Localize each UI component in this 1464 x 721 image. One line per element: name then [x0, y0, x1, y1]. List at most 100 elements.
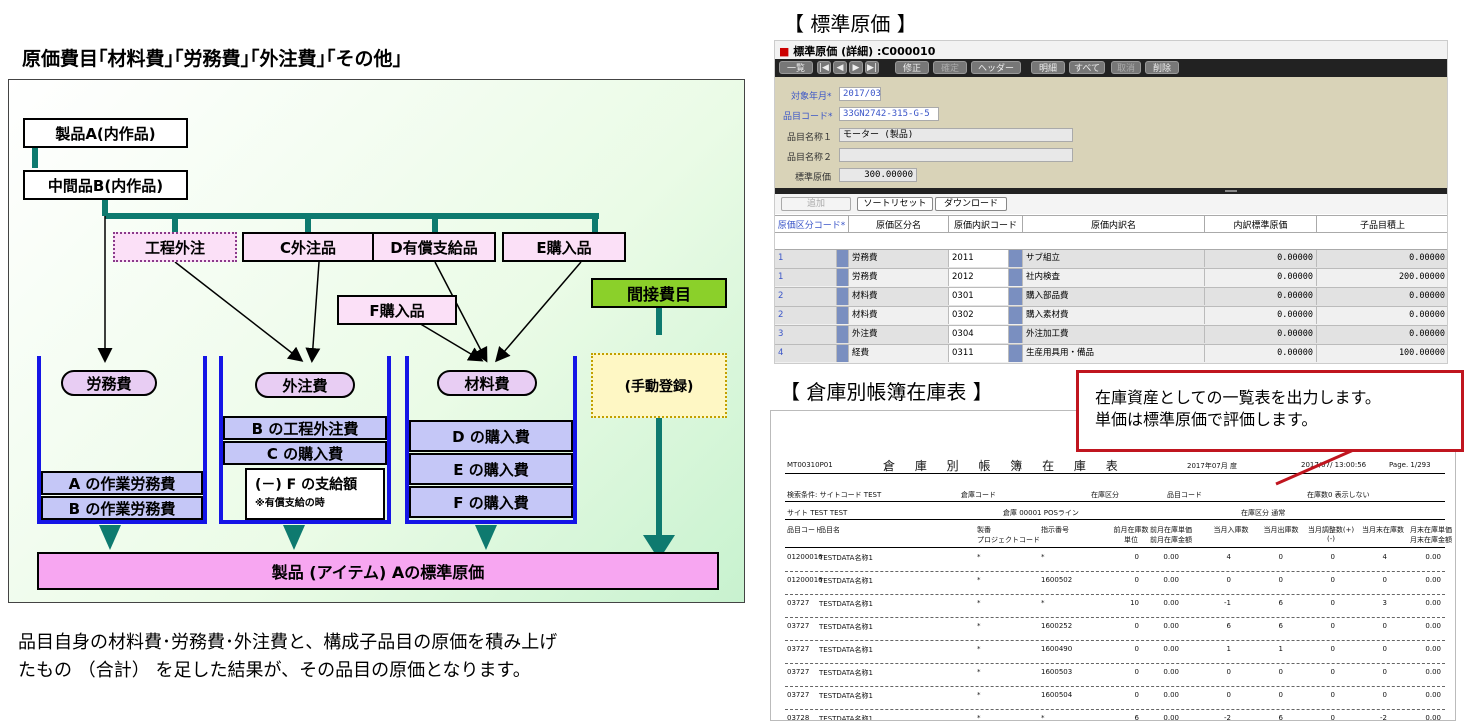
- grid-cell-detail-name[interactable]: 生産用具用・備品: [1023, 345, 1205, 362]
- grid-row[interactable]: 2 材料費 0302 購入素材費 0.00000 0.00000: [775, 307, 1447, 326]
- grid-row[interactable]: 4 経費 0311 生産用具用・備品 0.00000 100.00000: [775, 345, 1447, 363]
- grid-row[interactable]: 1 労務費 2011 サブ組立 0.00000 0.00000: [775, 250, 1447, 269]
- grid-cell-detail-code[interactable]: 0304: [949, 326, 1009, 343]
- next-record-button[interactable]: ▶: [849, 61, 863, 74]
- grid-cell-cost-name[interactable]: 材料費: [849, 307, 949, 324]
- all-button[interactable]: すべて: [1069, 61, 1105, 74]
- grid-cell-detail-cost[interactable]: 0.00000: [1205, 250, 1317, 267]
- grid-cell-cost-code[interactable]: 1: [775, 269, 837, 286]
- grid-cell-detail-code[interactable]: 2012: [949, 269, 1009, 286]
- grid-cell-detail-name[interactable]: 外注加工費: [1023, 326, 1205, 343]
- grid-cell-cost-code[interactable]: 3: [775, 326, 837, 343]
- grid-cell-detail-picker[interactable]: [1009, 269, 1023, 286]
- report-col-header: 当月末在庫数: [1362, 526, 1404, 534]
- grid-cell-detail-code[interactable]: 2011: [949, 250, 1009, 267]
- report-cell: 03727: [787, 622, 810, 630]
- grid-cell-cost-name[interactable]: 労務費: [849, 250, 949, 267]
- grid-cell-cost-name[interactable]: 材料費: [849, 288, 949, 305]
- grid-cell-detail-name[interactable]: 購入素材費: [1023, 307, 1205, 324]
- grid-cell-detail-name[interactable]: サブ組立: [1023, 250, 1205, 267]
- col-header-cost-name[interactable]: 原価区分名: [849, 216, 949, 232]
- first-record-button[interactable]: |◀: [817, 61, 831, 74]
- grid-cell-cost-name[interactable]: 外注費: [849, 326, 949, 343]
- grid-cell-child-total[interactable]: 0.00000: [1317, 288, 1447, 305]
- grid-cell-cost-code[interactable]: 2: [775, 288, 837, 305]
- grid-row[interactable]: 1 労務費 2012 社内検査 0.00000 200.00000: [775, 269, 1447, 288]
- delete-button[interactable]: 削除: [1145, 61, 1179, 74]
- grid-cell-detail-name[interactable]: 社内検査: [1023, 269, 1205, 286]
- item-name2-field[interactable]: [839, 148, 1073, 162]
- grid-cell-detail-cost[interactable]: 0.00000: [1205, 326, 1317, 343]
- grid-cell-code-picker[interactable]: [837, 307, 849, 324]
- grid-cell-code-picker[interactable]: [837, 250, 849, 267]
- grid-row[interactable]: 2 材料費 0301 購入部品費 0.00000 0.00000: [775, 288, 1447, 307]
- col-header-child-total[interactable]: 子品目積上: [1317, 216, 1447, 232]
- grid-cell-cost-code[interactable]: 4: [775, 345, 837, 362]
- report-cell: TESTDATA名称1: [819, 600, 873, 608]
- report-cell: -2: [1380, 714, 1387, 721]
- grid-cell-code-picker[interactable]: [837, 326, 849, 343]
- prev-record-button[interactable]: ◀: [833, 61, 847, 74]
- item-code-field[interactable]: 33GN2742-315-G-5: [839, 107, 939, 121]
- grid-cell-child-total[interactable]: 0.00000: [1317, 250, 1447, 267]
- grid-cell-detail-code[interactable]: 0311: [949, 345, 1009, 362]
- grid-cell-code-picker[interactable]: [837, 269, 849, 286]
- grid-cell-cost-name[interactable]: 労務費: [849, 269, 949, 286]
- report-cell: 03727: [787, 645, 810, 653]
- grid-row[interactable]: 3 外注費 0304 外注加工費 0.00000 0.00000: [775, 326, 1447, 345]
- edit-button[interactable]: 修正: [895, 61, 929, 74]
- col-header-detail-code[interactable]: 原価内訳コード: [949, 216, 1023, 232]
- grid-cell-cost-code[interactable]: 2: [775, 307, 837, 324]
- grid-cell-child-total[interactable]: 0.00000: [1317, 307, 1447, 324]
- grid-cell-detail-picker[interactable]: [1009, 326, 1023, 343]
- grid-cell-child-total[interactable]: 0.00000: [1317, 326, 1447, 343]
- report-cell: 6: [1278, 599, 1283, 607]
- report-cell: 0: [1330, 714, 1335, 721]
- report-cell: *: [977, 645, 981, 653]
- grid-cell-code-picker[interactable]: [837, 345, 849, 362]
- report-cell: 0: [1226, 668, 1231, 676]
- result-box: 製品 (アイテム) Aの標準原価: [37, 552, 719, 590]
- grid-filter-row[interactable]: [775, 232, 1447, 250]
- detail-button[interactable]: 明細: [1031, 61, 1065, 74]
- header-button[interactable]: ヘッダー: [971, 61, 1021, 74]
- grid-cell-detail-picker[interactable]: [1009, 250, 1023, 267]
- target-ym-field[interactable]: 2017/03: [839, 87, 881, 101]
- add-row-button[interactable]: 追加: [781, 197, 851, 211]
- cancel-button[interactable]: 取消: [1111, 61, 1141, 74]
- report-cell: 0.00: [1425, 645, 1441, 653]
- grid-cell-detail-cost[interactable]: 0.00000: [1205, 345, 1317, 362]
- splitter-handle-icon[interactable]: [1225, 190, 1237, 192]
- grid-cell-cost-name[interactable]: 経費: [849, 345, 949, 362]
- col-header-cost-code[interactable]: 原価区分コード*: [775, 216, 849, 232]
- koutei-gaichu-box: 工程外注: [113, 232, 237, 262]
- report-cell: 0.00: [1425, 599, 1441, 607]
- grid-cell-cost-code[interactable]: 1: [775, 250, 837, 267]
- grid-cell-detail-code[interactable]: 0302: [949, 307, 1009, 324]
- grid-cell-detail-picker[interactable]: [1009, 345, 1023, 362]
- std-cost-field[interactable]: 300.00000: [839, 168, 917, 182]
- grid-cell-child-total[interactable]: 200.00000: [1317, 269, 1447, 286]
- grid-cell-code-picker[interactable]: [837, 288, 849, 305]
- report-cell: 0.00: [1425, 622, 1441, 630]
- sort-reset-button[interactable]: ソートリセット: [857, 197, 933, 211]
- col-header-detail-name[interactable]: 原価内訳名: [1023, 216, 1205, 232]
- grid-cell-child-total[interactable]: 100.00000: [1317, 345, 1447, 362]
- confirm-button[interactable]: 確定: [933, 61, 967, 74]
- grid-cell-detail-cost[interactable]: 0.00000: [1205, 288, 1317, 305]
- report-cell: 0.00: [1425, 714, 1441, 721]
- grid-cell-detail-picker[interactable]: [1009, 288, 1023, 305]
- last-record-button[interactable]: ▶|: [865, 61, 879, 74]
- download-button[interactable]: ダウンロード: [935, 197, 1007, 211]
- grid-cell-detail-picker[interactable]: [1009, 307, 1023, 324]
- list-button[interactable]: 一覧: [779, 61, 813, 74]
- grid-cell-detail-name[interactable]: 購入部品費: [1023, 288, 1205, 305]
- report-cell: *: [977, 576, 981, 584]
- grid-cell-detail-cost[interactable]: 0.00000: [1205, 269, 1317, 286]
- diagram-connectors: [32, 140, 675, 560]
- grid-cell-detail-cost[interactable]: 0.00000: [1205, 307, 1317, 324]
- col-header-detail-cost[interactable]: 内訳標準原価: [1205, 216, 1317, 232]
- item-name1-field[interactable]: モーター (製品): [839, 128, 1073, 142]
- grid-cell-detail-code[interactable]: 0301: [949, 288, 1009, 305]
- report-title: 倉 庫 別 帳 簿 在 庫 表: [883, 459, 1126, 473]
